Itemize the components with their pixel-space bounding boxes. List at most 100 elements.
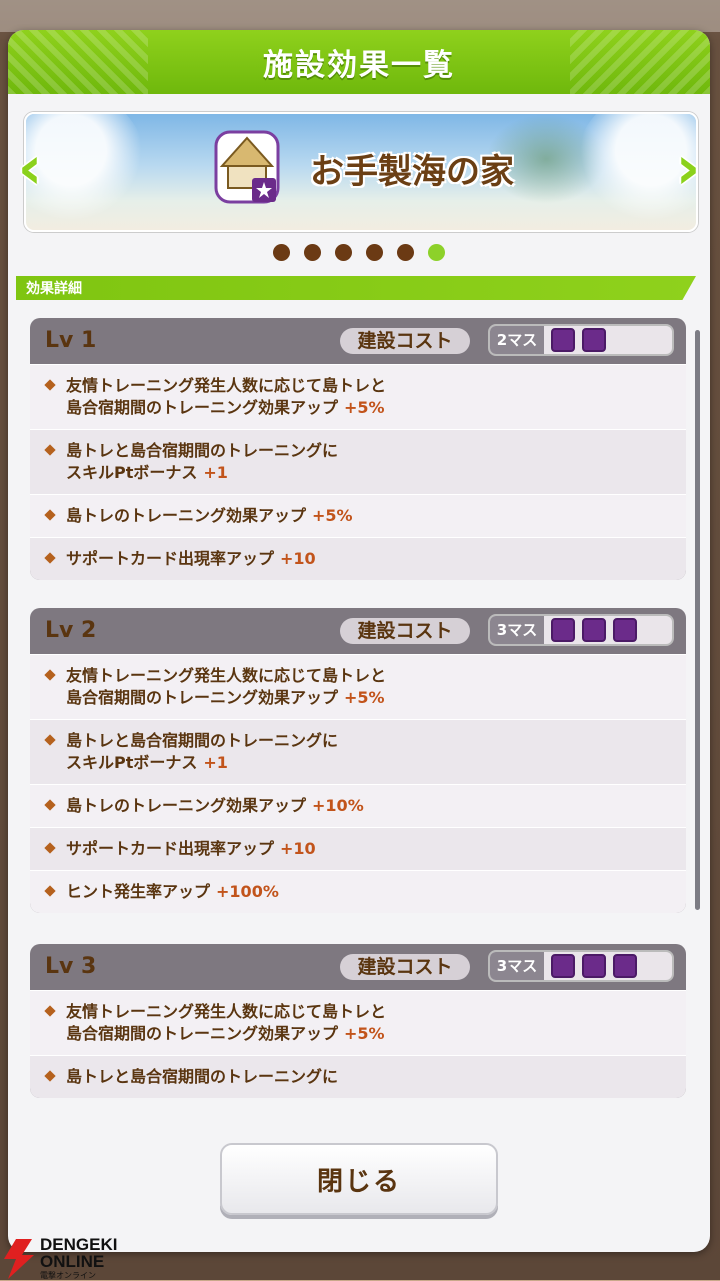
effect-row: サポートカード出現率アップ +10 (30, 827, 686, 870)
page-indicator (8, 244, 710, 261)
effect-list[interactable]: Lv 1 建設コスト 2マス友情トレーニング発生人数に応じて島トレと 島合宿期間のトレ… (14, 318, 700, 1108)
effect-value: +100% (216, 882, 279, 901)
effect-text: スキルPtボーナス (66, 753, 198, 772)
diamond-bullet-icon (44, 509, 56, 521)
beach-hut-icon (214, 130, 280, 204)
page-dot[interactable] (366, 244, 383, 261)
modal-title: 施設効果一覧 (263, 48, 455, 83)
diamond-bullet-icon (44, 799, 56, 811)
effect-value: +1 (203, 463, 228, 482)
diamond-bullet-icon (44, 552, 56, 564)
effect-row: 友情トレーニング発生人数に応じて島トレと 島合宿期間のトレーニング効果アップ +5% (30, 654, 686, 719)
effect-text: サポートカード出現率アップ (66, 839, 275, 858)
effect-value: +5% (344, 398, 385, 417)
watermark-name-bottom: ONLINE (40, 1252, 105, 1271)
effect-text: 島トレと島合宿期間のトレーニングに (66, 1067, 339, 1086)
modal-header: 施設効果一覧 (8, 30, 710, 94)
effect-row: 島トレのトレーニング効果アップ +10% (30, 784, 686, 827)
effect-text: 島トレのトレーニング効果アップ (66, 796, 307, 815)
effect-value: +10 (280, 549, 316, 568)
effect-text: スキルPtボーナス (66, 463, 198, 482)
watermark-name-top: DENGEKI (40, 1235, 118, 1254)
watermark-kana: 電撃オンライン (40, 1271, 96, 1280)
level-label: Lv 3 (45, 954, 97, 979)
page-dot[interactable] (273, 244, 290, 261)
build-cost-label: 建設コスト (340, 618, 470, 644)
effect-row: 島トレと島合宿期間のトレーニングに スキルPtボーナス +1 (30, 719, 686, 784)
page-dot[interactable] (304, 244, 321, 261)
effect-value: +1 (203, 753, 228, 772)
cost-square-icon (551, 618, 575, 642)
diamond-bullet-icon (44, 1070, 56, 1082)
build-cost-label: 建設コスト (340, 328, 470, 354)
effect-text: 友情トレーニング発生人数に応じて島トレと (66, 1002, 387, 1021)
scrollbar[interactable] (695, 330, 700, 910)
facility-banner: お手製海の家 (24, 112, 698, 232)
diamond-bullet-icon (44, 444, 56, 456)
close-button-label: 閉じる (316, 1166, 401, 1197)
effect-row: 友情トレーニング発生人数に応じて島トレと 島合宿期間のトレーニング効果アップ +5% (30, 364, 686, 429)
facility-name: お手製海の家 (310, 152, 514, 192)
prev-facility-button[interactable]: ‹ (12, 138, 48, 202)
effect-text: 島トレのトレーニング効果アップ (66, 506, 307, 525)
section-label: 効果詳細 (26, 281, 82, 297)
cost-square-icon (613, 954, 637, 978)
effect-text: 島合宿期間のトレーニング効果アップ (66, 688, 339, 707)
effect-row: サポートカード出現率アップ +10 (30, 537, 686, 580)
level-card-header: Lv 1 建設コスト 2マス (30, 318, 686, 364)
cost-square-icon (582, 954, 606, 978)
cost-square-icon (613, 618, 637, 642)
level-label: Lv 2 (45, 618, 97, 643)
page-dot[interactable] (397, 244, 414, 261)
level-card: Lv 1 建設コスト 2マス友情トレーニング発生人数に応じて島トレと 島合宿期間のトレ… (30, 318, 686, 580)
effect-row: 島トレと島合宿期間のトレーニングに (30, 1055, 686, 1098)
diamond-bullet-icon (44, 669, 56, 681)
diamond-bullet-icon (44, 885, 56, 897)
cost-square-icon (582, 328, 606, 352)
cost-square-icon (551, 954, 575, 978)
watermark: DENGEKI ONLINE 電撃オンライン (2, 1236, 117, 1281)
lightning-logo-icon (4, 1238, 34, 1279)
effect-row: 島トレのトレーニング効果アップ +5% (30, 494, 686, 537)
level-card: Lv 3 建設コスト 3マス友情トレーニング発生人数に応じて島トレと 島合宿期間のトレ… (30, 944, 686, 1098)
effect-text: 島合宿期間のトレーニング効果アップ (66, 1024, 339, 1043)
cost-square-icon (582, 618, 606, 642)
level-label: Lv 1 (45, 328, 97, 353)
effect-value: +10 (280, 839, 316, 858)
close-button[interactable]: 閉じる (220, 1143, 498, 1215)
background-header (0, 0, 720, 32)
effect-text: 島トレと島合宿期間のトレーニングに (66, 441, 339, 460)
effect-value: +5% (344, 688, 385, 707)
level-card-header: Lv 2 建設コスト 3マス (30, 608, 686, 654)
effect-row: 島トレと島合宿期間のトレーニングに スキルPtボーナス +1 (30, 429, 686, 494)
effect-value: +5% (344, 1024, 385, 1043)
effect-text: サポートカード出現率アップ (66, 549, 275, 568)
next-facility-button[interactable]: › (670, 138, 706, 202)
build-cost-value: 3マス (490, 952, 544, 980)
diamond-bullet-icon (44, 842, 56, 854)
effect-text: ヒント発生率アップ (66, 882, 211, 901)
facility-effects-modal: 施設効果一覧 お手製海の家 ‹ › 効果詳細 Lv 1 建設コスト 2マス友情トレー… (8, 30, 710, 1252)
level-card: Lv 2 建設コスト 3マス友情トレーニング発生人数に応じて島トレと 島合宿期間のトレ… (30, 608, 686, 913)
page-dot[interactable] (335, 244, 352, 261)
effect-row: 友情トレーニング発生人数に応じて島トレと 島合宿期間のトレーニング効果アップ +5% (30, 990, 686, 1055)
build-cost-box: 3マス (488, 614, 674, 646)
section-header: 効果詳細 (16, 276, 696, 300)
effect-text: 島合宿期間のトレーニング効果アップ (66, 398, 339, 417)
build-cost-box: 2マス (488, 324, 674, 356)
effect-row: ヒント発生率アップ +100% (30, 870, 686, 913)
level-card-header: Lv 3 建設コスト 3マス (30, 944, 686, 990)
effect-text: 島トレと島合宿期間のトレーニングに (66, 731, 339, 750)
build-cost-label: 建設コスト (340, 954, 470, 980)
cost-square-icon (551, 328, 575, 352)
page-dot[interactable] (428, 244, 445, 261)
effect-value: +5% (312, 506, 353, 525)
diamond-bullet-icon (44, 734, 56, 746)
effect-value: +10% (312, 796, 364, 815)
diamond-bullet-icon (44, 379, 56, 391)
build-cost-value: 2マス (490, 326, 544, 354)
build-cost-box: 3マス (488, 950, 674, 982)
effect-text: 友情トレーニング発生人数に応じて島トレと (66, 376, 387, 395)
effect-text: 友情トレーニング発生人数に応じて島トレと (66, 666, 387, 685)
diamond-bullet-icon (44, 1005, 56, 1017)
